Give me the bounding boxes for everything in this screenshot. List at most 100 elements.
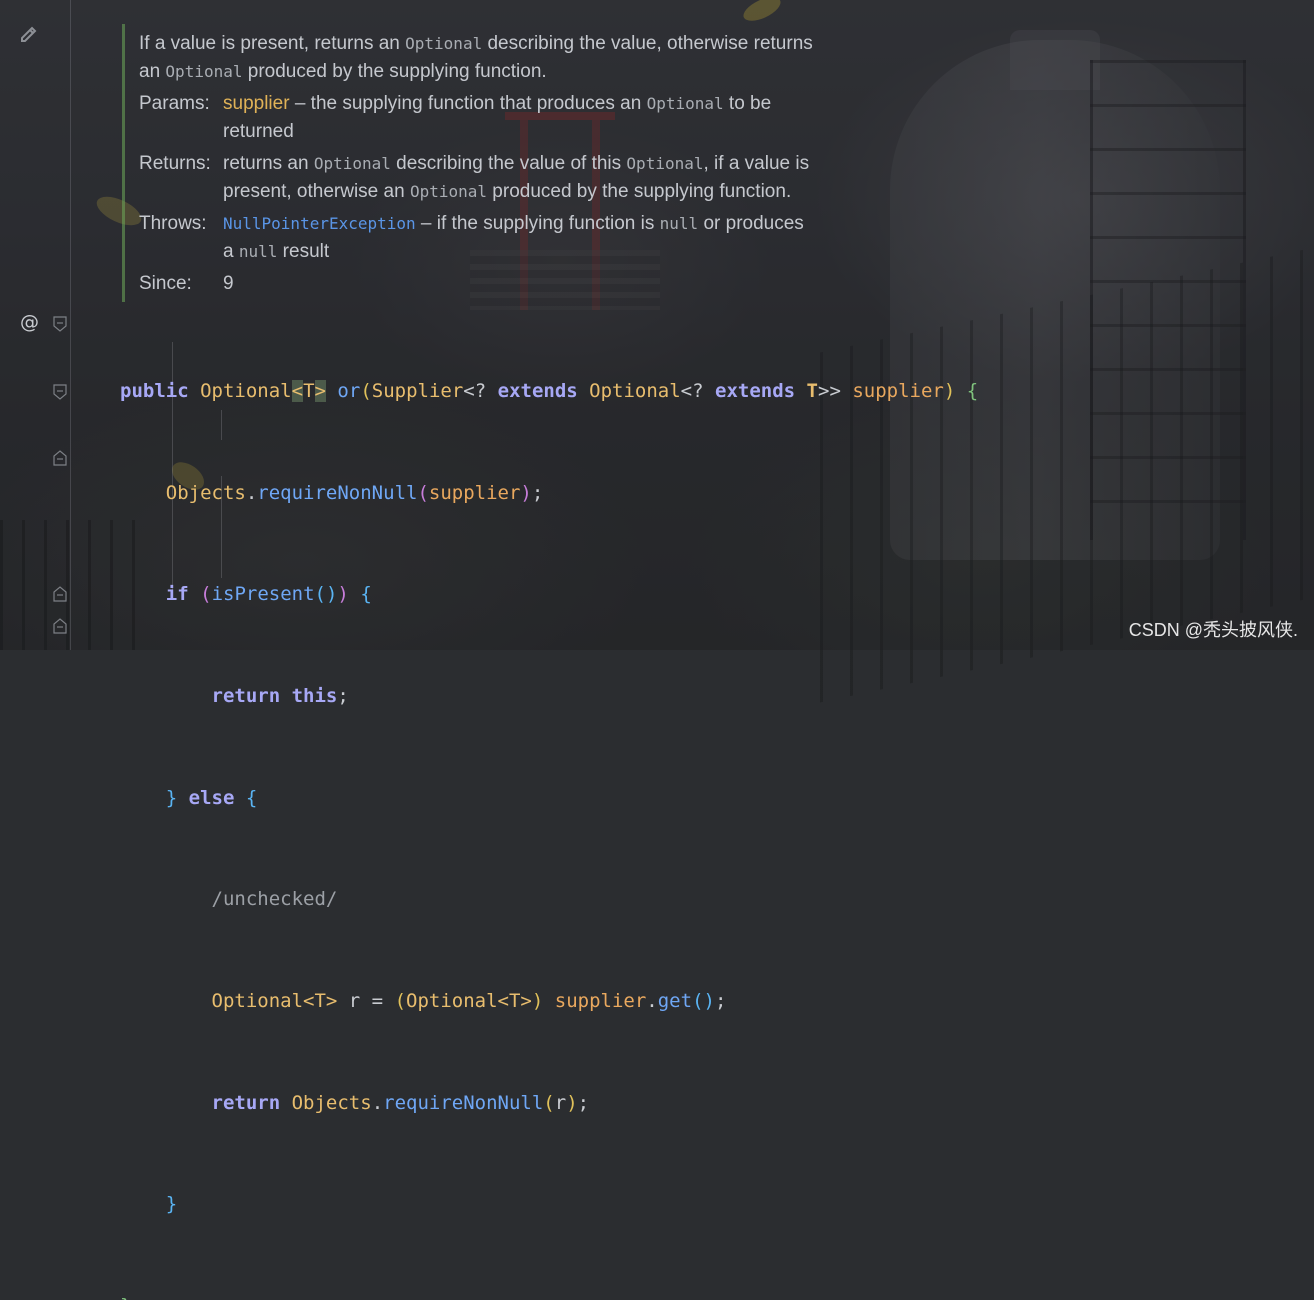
keyword-return: return xyxy=(211,684,281,707)
doc-returns-line-1: returns an Optional describing the value… xyxy=(223,150,809,178)
code-editor[interactable]: public Optional<T> or(Supplier<? extends… xyxy=(120,307,978,1300)
assignment: r = xyxy=(337,990,395,1013)
keyword-else: else xyxy=(188,786,235,809)
paren: ( xyxy=(360,379,372,402)
doc-summary-line-1: If a value is present, returns an Option… xyxy=(139,30,813,58)
dot: . xyxy=(371,1091,384,1114)
wildcard: ? xyxy=(692,379,716,402)
code-line-5[interactable]: } else { xyxy=(120,782,978,816)
doc-text: to be xyxy=(723,93,772,114)
doc-since-label: Since: xyxy=(139,273,192,294)
doc-text: describing the value, otherwise returns xyxy=(482,33,813,54)
brace: } xyxy=(120,1295,131,1300)
doc-text: result xyxy=(277,241,330,262)
type-bracket: < xyxy=(463,379,475,402)
method-call: get xyxy=(657,990,693,1013)
fold-end-icon[interactable] xyxy=(53,618,67,634)
type-name: Optional xyxy=(406,990,498,1013)
type-name: Optional xyxy=(211,990,304,1013)
keyword-this: this xyxy=(291,684,338,707)
doc-code-optional: Optional xyxy=(165,62,243,81)
doc-text: produced by the supplying function. xyxy=(242,61,547,82)
type-name: Supplier xyxy=(371,379,464,402)
type-bracket: >> xyxy=(818,379,841,402)
paren: ) xyxy=(566,1091,578,1114)
edit-pencil-icon[interactable] xyxy=(18,24,40,46)
override-annotation-icon[interactable]: @ xyxy=(20,311,39,333)
type-parameter: <T> xyxy=(497,990,532,1013)
doc-code-optional: Optional xyxy=(626,154,704,173)
doc-param-name: supplier xyxy=(223,93,290,114)
doc-throws-line-1: NullPointerException – if the supplying … xyxy=(223,210,804,238)
brace: } xyxy=(165,1193,178,1216)
code-line-4[interactable]: return this; xyxy=(120,680,978,714)
code-line-10[interactable]: } xyxy=(120,1290,978,1300)
type-parameter: <T> xyxy=(303,990,338,1013)
semicolon: ; xyxy=(337,684,349,707)
class-name: Objects xyxy=(291,1091,372,1114)
dot: . xyxy=(646,990,658,1013)
fold-start-icon[interactable] xyxy=(53,384,67,400)
parameter: supplier xyxy=(428,481,521,504)
doc-returns-line-2: present, otherwise an Optional produced … xyxy=(223,178,791,206)
doc-text: an xyxy=(139,61,166,82)
doc-text: If a value is present, returns an xyxy=(139,33,406,54)
parameter: supplier xyxy=(554,990,647,1013)
paren: () xyxy=(314,583,338,606)
keyword-if: if xyxy=(165,583,189,606)
doc-link-nullpointerexception[interactable]: NullPointerException xyxy=(223,214,416,233)
fold-end-icon[interactable] xyxy=(53,450,67,466)
type-bracket: < xyxy=(291,379,304,402)
doc-throws-label: Throws: xyxy=(139,213,207,234)
brace: { xyxy=(360,583,372,606)
type-bracket: < xyxy=(680,379,693,402)
rendered-javadoc: If a value is present, returns an Option… xyxy=(122,24,915,302)
type-bracket: > xyxy=(314,379,326,402)
doc-code-optional: Optional xyxy=(313,154,391,173)
fold-end-icon[interactable] xyxy=(53,586,67,602)
wildcard: ? xyxy=(474,379,498,402)
method-declaration: or xyxy=(337,379,361,402)
doc-code-null: null xyxy=(659,214,699,233)
parameter: supplier xyxy=(852,379,944,402)
code-line-9[interactable]: } xyxy=(120,1188,978,1222)
paren: ) xyxy=(337,583,349,606)
code-line-1[interactable]: public Optional<T> or(Supplier<? extends… xyxy=(120,375,978,409)
doc-returns-label: Returns: xyxy=(139,153,211,174)
class-name: Objects xyxy=(165,481,246,504)
paren: ) xyxy=(943,379,956,402)
paren: ( xyxy=(543,1091,555,1114)
doc-text: – if the supplying function is xyxy=(415,213,660,234)
fold-start-icon[interactable] xyxy=(53,316,67,332)
doc-code-null: null xyxy=(238,242,278,261)
type-parameter: T xyxy=(303,379,315,402)
code-line-3[interactable]: if (isPresent()) { xyxy=(120,578,978,612)
doc-code-optional: Optional xyxy=(409,182,488,201)
doc-text: a xyxy=(223,241,239,262)
brace: { xyxy=(966,379,979,402)
doc-since-value: 9 xyxy=(223,273,234,294)
type-name: Optional xyxy=(200,379,292,402)
doc-text: describing the value of this xyxy=(390,153,627,174)
semicolon: ; xyxy=(714,990,727,1013)
doc-params-line-1: supplier – the supplying function that p… xyxy=(223,90,771,118)
editor-gutter[interactable]: @ xyxy=(0,0,100,650)
doc-params-line-2: returned xyxy=(223,121,294,142)
code-line-8[interactable]: return Objects.requireNonNull(r); xyxy=(120,1087,978,1121)
type-parameter: T xyxy=(806,379,818,402)
keyword-extends: extends xyxy=(497,379,578,402)
paren: ( xyxy=(417,481,429,504)
code-line-7[interactable]: Optional<T> r = (Optional<T>) supplier.g… xyxy=(120,985,978,1019)
paren: ) xyxy=(531,990,544,1013)
doc-code-optional: Optional xyxy=(646,94,724,113)
paren: ) xyxy=(520,481,532,504)
brace: } xyxy=(165,786,178,809)
semicolon: ; xyxy=(577,1091,590,1114)
doc-text: produced by the supplying function. xyxy=(487,181,792,202)
code-line-6[interactable]: /unchecked/ xyxy=(120,883,978,917)
code-line-2[interactable]: Objects.requireNonNull(supplier); xyxy=(120,477,978,511)
doc-throws-line-2: a null result xyxy=(223,238,329,266)
doc-params-label: Params: xyxy=(139,93,210,114)
paren: ( xyxy=(394,990,407,1013)
code-comment: /unchecked/ xyxy=(211,888,338,911)
